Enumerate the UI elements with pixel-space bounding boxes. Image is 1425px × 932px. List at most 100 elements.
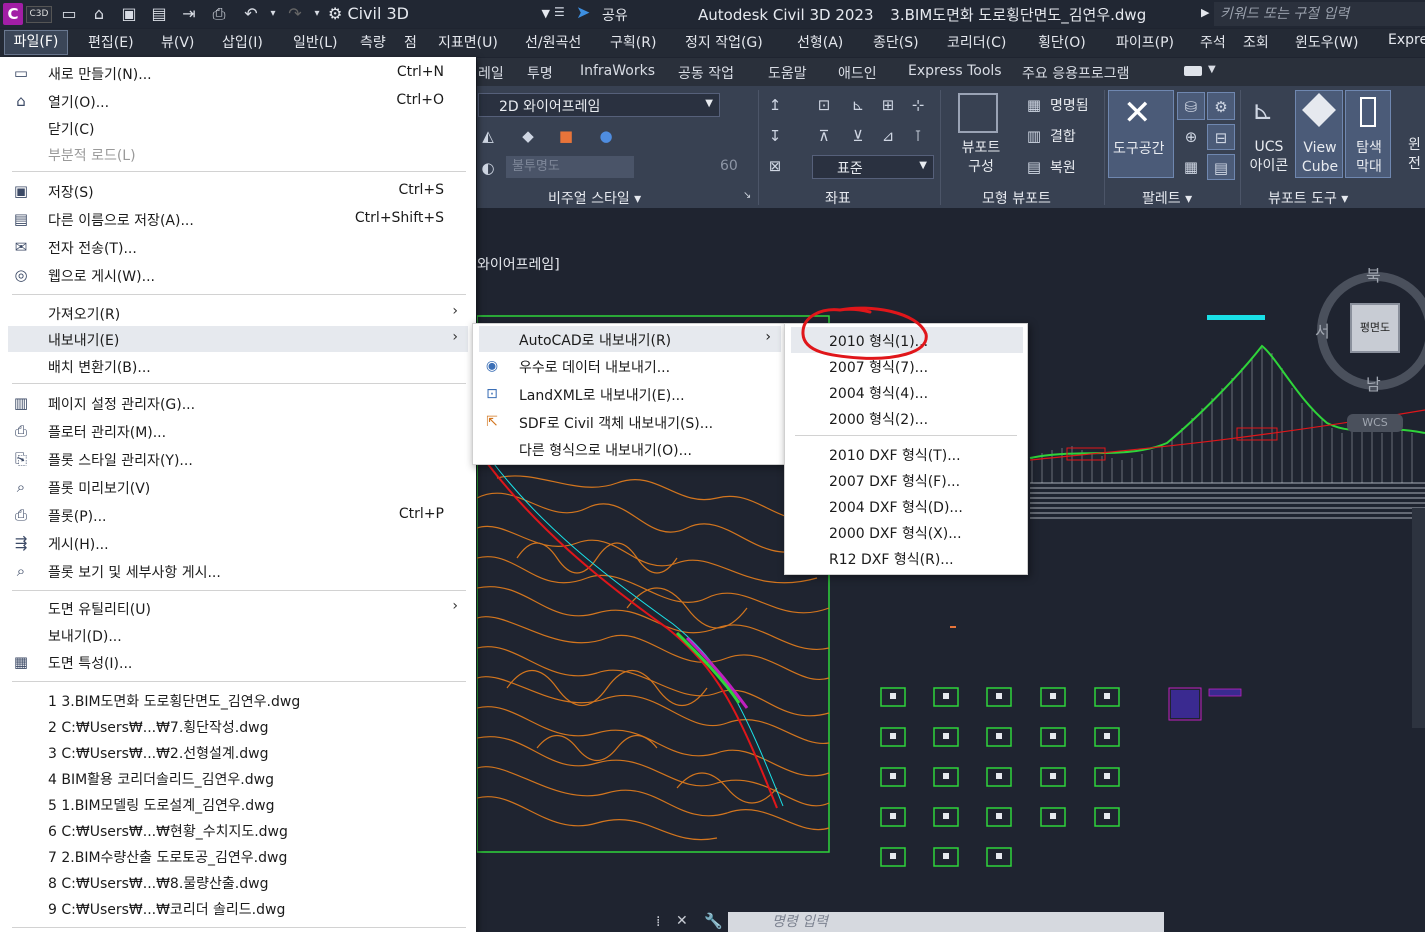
command-line-grip[interactable]: ⁞ xyxy=(656,914,660,930)
menu-item-send[interactable]: 보내기(D)... xyxy=(0,622,476,648)
menu-item-export-storm[interactable]: ◉ 우수로 데이터 내보내기... xyxy=(473,353,785,379)
menu-item-etransmit[interactable]: ✉ 전자 전송(T)... xyxy=(0,234,476,260)
compass-south[interactable]: 남 xyxy=(1366,371,1381,395)
material-icon[interactable]: ◆ xyxy=(518,126,538,146)
ucs-view-icon[interactable]: ⊞ xyxy=(878,95,898,115)
tab-help[interactable]: 도움말 xyxy=(768,63,807,83)
nav-bar-button[interactable]: 탐색 막대 xyxy=(1345,90,1391,178)
shading-icon[interactable]: ◭ xyxy=(478,126,498,146)
export-icon[interactable]: ⇥ xyxy=(178,4,200,24)
workspace-selector[interactable]: ⚙ Civil 3D ▼ xyxy=(328,2,550,26)
menu-edit[interactable]: 편집(E) xyxy=(88,32,134,52)
database-icon[interactable]: ⛁ xyxy=(1177,92,1205,120)
redo-icon[interactable]: ↷ xyxy=(284,4,306,24)
menu-item-2004-dxf[interactable]: 2004 DXF 형식(D)... xyxy=(785,493,1027,519)
ucs-point-icon[interactable]: ↥ xyxy=(765,95,785,115)
menu-item-drawing-properties[interactable]: ▦ 도면 특성(I)... xyxy=(0,649,476,675)
tab-collaborate[interactable]: 공동 작업 xyxy=(678,63,734,83)
app-logo-icon[interactable]: C xyxy=(3,3,23,25)
menu-pipes[interactable]: 파이프(P) xyxy=(1116,32,1174,52)
menu-general[interactable]: 일반(L) xyxy=(293,32,337,52)
window-button-truncated[interactable]: 윈 전 xyxy=(1408,96,1425,176)
menu-window[interactable]: 윈도우(W) xyxy=(1295,32,1358,52)
menu-item-batch-convert[interactable]: 배치 변환기(B)... xyxy=(0,353,476,379)
redo-dropdown-icon[interactable]: ▾ xyxy=(306,4,328,24)
ucs-z-icon[interactable]: ⊿ xyxy=(878,126,898,146)
undo-icon[interactable]: ↶ xyxy=(240,4,262,24)
menu-survey[interactable]: 측량 xyxy=(360,32,386,52)
toolspace-button[interactable]: ✕ 도구공간 xyxy=(1108,90,1174,178)
chevron-right-icon[interactable]: ▶ xyxy=(1201,6,1209,19)
menu-corridors[interactable]: 코리더(C) xyxy=(947,32,1006,52)
menu-profiles[interactable]: 종단(S) xyxy=(873,32,919,52)
menu-sections[interactable]: 횡단(O) xyxy=(1038,32,1086,52)
panel-viewport-tools[interactable]: 뷰포트 도구 ▾ xyxy=(1268,188,1348,208)
menu-item-new[interactable]: ▭ 새로 만들기(N)... Ctrl+N xyxy=(0,60,476,86)
menu-item-plot-preview[interactable]: ⌕ 플롯 미리보기(V) xyxy=(0,474,476,500)
tab-featured-apps[interactable]: 주요 응용프로그램 xyxy=(1022,63,1130,83)
menu-item-drawing-utilities[interactable]: 도면 유틸리티(U) › xyxy=(0,595,476,621)
menu-item-open[interactable]: ⌂ 열기(O)... Ctrl+O xyxy=(0,88,476,114)
recent-file-item[interactable]: 6 C:₩Users₩...₩현황_수치지도.dwg xyxy=(0,817,476,843)
opacity-value[interactable]: 60 xyxy=(720,158,738,174)
menu-item-2007-dxf[interactable]: 2007 DXF 형식(F)... xyxy=(785,467,1027,493)
menu-item-2010-dxf[interactable]: 2010 DXF 형식(T)... xyxy=(785,441,1027,467)
ucs-object-icon[interactable]: ⊾ xyxy=(848,95,868,115)
visual-style-select[interactable]: 2D 와이어프레임 ▼ xyxy=(478,93,720,117)
customize-dropdown-icon[interactable]: ☰ xyxy=(554,5,565,19)
menu-item-page-setup[interactable]: ▥ 페이지 설정 관리자(G)... xyxy=(0,390,476,416)
menu-item-close[interactable]: 닫기(C) xyxy=(0,115,476,141)
compass-north[interactable]: 북 xyxy=(1366,262,1381,286)
recent-file-item[interactable]: 4 BIM활용 코리더솔리드_김연우.dwg xyxy=(0,765,476,791)
menu-item-plot-details[interactable]: ⌕ 플롯 보기 및 세부사항 게시... xyxy=(0,558,476,584)
ucs-zaxis-icon[interactable]: ⊺ xyxy=(908,126,928,146)
viewport-controls-label[interactable]: 와이어프레임] xyxy=(477,254,560,274)
tab-addins[interactable]: 애드인 xyxy=(838,63,877,83)
wcs-menu[interactable]: WCS xyxy=(1347,414,1403,432)
ucs-icon-button[interactable]: ⊾ UCS 아이콘 xyxy=(1244,90,1293,178)
compass-west[interactable]: 서 xyxy=(1315,318,1330,342)
menu-surface[interactable]: 지표면(U) xyxy=(438,32,498,52)
restore-viewports-icon[interactable]: ▤ xyxy=(1024,157,1044,177)
building-icon[interactable]: ▦ xyxy=(1177,154,1205,180)
recent-file-item[interactable]: 7 2.BIM수량산출 도로토공_김연우.dwg xyxy=(0,843,476,869)
ucs-world-icon[interactable]: ⊠ xyxy=(765,156,785,176)
chevron-down-icon[interactable]: ▼ xyxy=(1208,64,1216,75)
globe-icon[interactable]: ● xyxy=(596,126,616,146)
menu-item-export-sdf[interactable]: ⇱ SDF로 Civil 객체 내보내기(S)... xyxy=(473,409,785,435)
menu-view[interactable]: 뷰(V) xyxy=(161,32,194,52)
menu-item-plotter-manager[interactable]: ⎙ 플로터 관리자(M)... xyxy=(0,418,476,444)
wrench-icon[interactable]: 🔧 xyxy=(704,912,723,930)
menu-inquiry[interactable]: 조회 xyxy=(1243,32,1269,52)
menu-item-publish[interactable]: ⇶ 게시(H)... xyxy=(0,530,476,556)
toolbox-icon[interactable]: ⊟ xyxy=(1207,124,1235,150)
recent-file-item[interactable]: 8 C:₩Users₩...₩8.물량산출.dwg xyxy=(0,869,476,895)
menu-item-publish-web[interactable]: ◎ 웹으로 게시(W)... xyxy=(0,262,476,288)
recent-file-item[interactable]: 2 C:₩Users₩...₩7.횡단작성.dwg xyxy=(0,713,476,739)
ribbon-minimize-icon[interactable] xyxy=(1184,66,1202,76)
join-viewports-icon[interactable]: ▥ xyxy=(1024,126,1044,146)
view-cube-top-face[interactable]: 평면도 xyxy=(1350,303,1400,353)
menu-item-2000-dxf[interactable]: 2000 DXF 형식(X)... xyxy=(785,519,1027,545)
ucs-y-icon[interactable]: ⊻ xyxy=(848,126,868,146)
menu-alignments[interactable]: 선형(A) xyxy=(797,32,843,52)
menu-express[interactable]: Expre xyxy=(1388,32,1425,48)
menu-item-r12-dxf[interactable]: R12 DXF 형식(R)... xyxy=(785,545,1027,571)
share-label[interactable]: 공유 xyxy=(602,5,628,25)
menu-item-save[interactable]: ▣ 저장(S) Ctrl+S xyxy=(0,178,476,204)
ucs-face-icon[interactable]: ⊡ xyxy=(814,95,834,115)
named-viewports-label[interactable]: 명명됨 xyxy=(1050,95,1089,115)
panel-icon[interactable]: ▤ xyxy=(1207,154,1235,180)
command-input[interactable]: 명령 입력 xyxy=(728,912,1164,932)
menu-item-export-other[interactable]: 다른 형식으로 내보내기(O)... xyxy=(473,436,785,462)
menu-item-export-landxml[interactable]: ⊡ LandXML로 내보내기(E)... xyxy=(473,381,785,407)
save-as-icon[interactable]: ▤ xyxy=(148,4,170,24)
undo-dropdown-icon[interactable]: ▾ xyxy=(262,4,284,24)
menu-item-2000-dwg[interactable]: 2000 형식(2)... xyxy=(785,405,1027,431)
menu-item-plot[interactable]: ⎙ 플롯(P)... Ctrl+P xyxy=(0,502,476,528)
menu-item-plot-style-manager[interactable]: ⎘ 플롯 스타일 관리자(Y)... xyxy=(0,446,476,472)
viewport-config-icon[interactable] xyxy=(958,93,998,133)
gear-icon[interactable]: ⚙ xyxy=(1207,92,1235,120)
ucs-origin-icon[interactable]: ⊹ xyxy=(908,95,928,115)
new-file-icon[interactable]: ▭ xyxy=(58,4,80,24)
